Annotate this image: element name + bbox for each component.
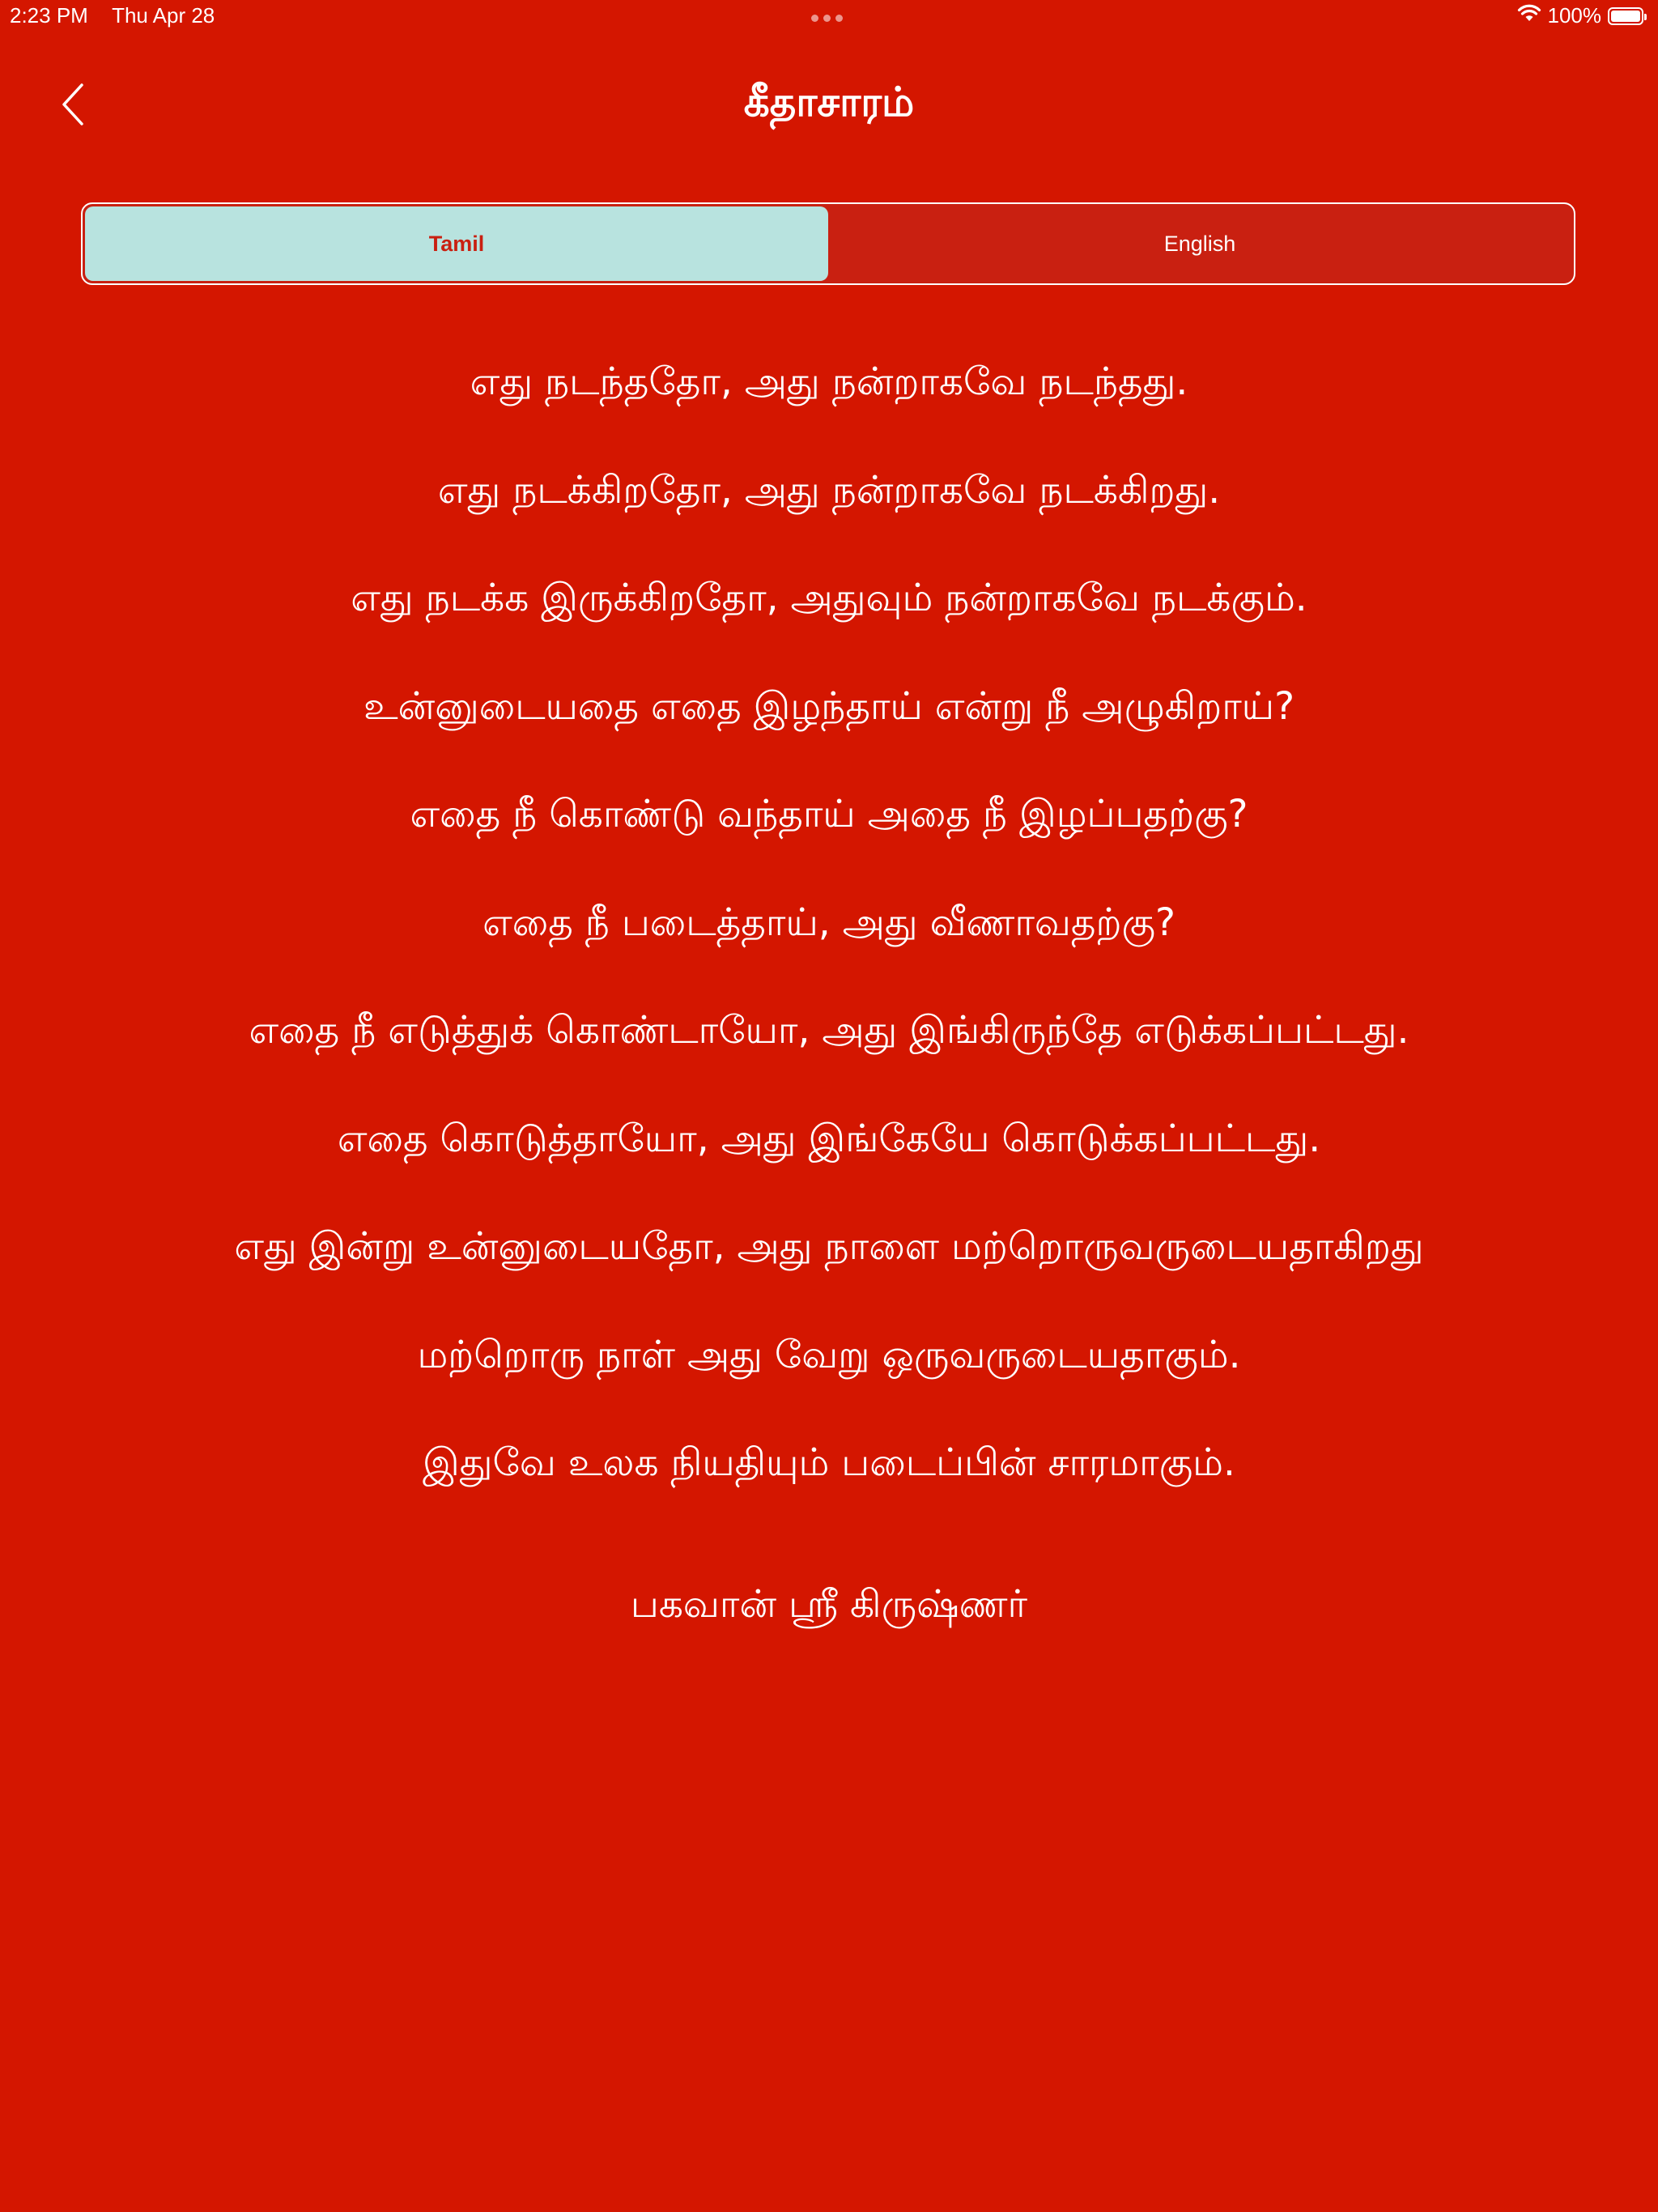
verse-line: எதை நீ படைத்தாய், அது வீணாவதற்கு?: [483, 900, 1175, 945]
verse-text: எது நடந்ததோ, அது நன்றாகவே நடந்தது. எது ந…: [0, 328, 1658, 1517]
author-attribution: பகவான் ஸ்ரீ கிருஷ்ணர்: [630, 1582, 1028, 1627]
status-date: Thu Apr 28: [112, 3, 215, 28]
verse-line: உன்னுடையதை எதை இழந்தாய் என்று நீ அழுகிறா…: [363, 683, 1295, 729]
verse-line: எதை கொடுத்தாயோ, அது இங்கேயே கொடுக்கப்பட்…: [337, 1116, 1321, 1161]
battery-icon: [1608, 6, 1647, 25]
verse-line: எது நடக்கிறதோ, அது நன்றாகவே நடக்கிறது.: [437, 467, 1221, 513]
language-segmented-control: Tamil English: [81, 202, 1575, 285]
verse-line: எது நடந்ததோ, அது நன்றாகவே நடந்தது.: [470, 359, 1188, 404]
battery-fill: [1611, 10, 1640, 22]
segment-tamil[interactable]: Tamil: [85, 206, 828, 281]
wifi-icon: [1517, 3, 1541, 28]
battery-percent: 100%: [1547, 3, 1602, 28]
multitasking-dots-icon[interactable]: [811, 15, 843, 22]
navigation-bar: கீதாசாரம்: [0, 71, 1658, 141]
page-title: கீதாசாரம்: [743, 78, 915, 125]
status-right: 100%: [1517, 3, 1647, 28]
verse-line: எதை நீ கொண்டு வந்தாய் அதை நீ இழப்பதற்கு?: [410, 792, 1248, 836]
verse-line: எதை நீ எடுத்துக் கொண்டாயோ, அது இங்கிருந்…: [249, 1008, 1409, 1053]
verse-line: மற்றொரு நாள் அது வேறு ஒருவருடையதாகும்.: [417, 1332, 1241, 1377]
verse-line: எது நடக்க இருக்கிறதோ, அதுவும் நன்றாகவே ந…: [351, 576, 1307, 620]
status-time: 2:23 PM: [10, 3, 88, 28]
verse-line: இதுவே உலக நியதியும் படைப்பின் சாரமாகும்.: [423, 1440, 1235, 1485]
verse-line: எது இன்று உன்னுடையதோ, அது நாளை மற்றொருவர…: [234, 1224, 1424, 1269]
status-left: 2:23 PM Thu Apr 28: [10, 3, 215, 28]
status-bar: 2:23 PM Thu Apr 28 100%: [0, 0, 1658, 32]
segment-english[interactable]: English: [828, 206, 1571, 281]
